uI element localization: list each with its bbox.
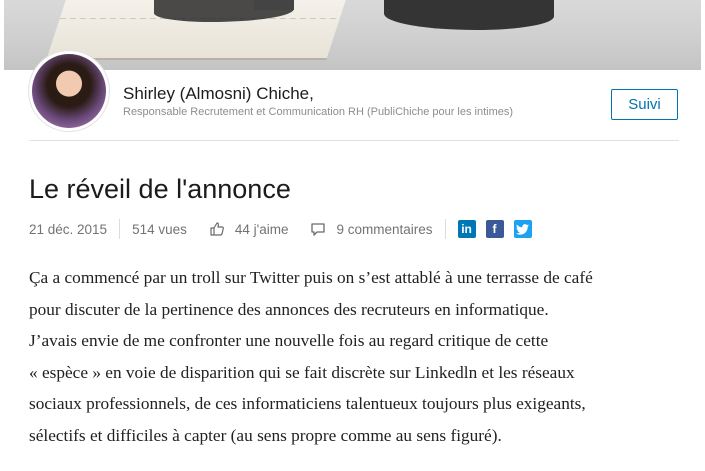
follow-button[interactable]: Suivi xyxy=(611,89,678,120)
thumbs-up-icon xyxy=(209,221,225,237)
meta-divider xyxy=(444,219,446,239)
twitter-share-icon[interactable] xyxy=(513,220,532,238)
facebook-share-icon[interactable]: f xyxy=(485,220,504,238)
article-title: Le réveil de l'annonce xyxy=(29,174,291,204)
body-line: Ça a commencé par un troll sur Twitter p… xyxy=(29,268,593,287)
share-buttons: in f xyxy=(457,220,532,238)
author-headline: Responsable Recrutement et Communication… xyxy=(123,106,514,118)
linkedin-share-icon[interactable]: in xyxy=(457,220,476,238)
article-meta: 21 déc. 2015 514 vues 44 j'aime 9 commen… xyxy=(29,218,532,240)
body-line: sociaux professionnels, de ces informati… xyxy=(29,394,586,413)
body-line: sélectifs et difficiles à capter (au sen… xyxy=(29,425,502,445)
body-line: « espèce » en voie de disparition qui se… xyxy=(29,362,575,382)
like-count: 44 j'aime xyxy=(234,221,289,237)
publish-date: 21 déc. 2015 xyxy=(29,221,108,237)
comments-button[interactable]: 9 commentaires xyxy=(310,221,433,237)
comment-count: 9 commentaires xyxy=(336,221,433,237)
view-count: 514 vues xyxy=(132,221,187,237)
comment-icon xyxy=(310,221,326,237)
like-button[interactable]: 44 j'aime xyxy=(209,221,289,237)
header-banner-image xyxy=(4,0,701,70)
article-body: Ça a commencé par un troll sur Twitter p… xyxy=(29,262,679,451)
avatar[interactable] xyxy=(29,51,109,131)
meta-divider xyxy=(119,219,121,239)
divider xyxy=(29,140,679,141)
body-line: pour discuter de la pertinence des annon… xyxy=(29,299,549,319)
body-line: J’avais envie de me confronter une nouve… xyxy=(29,331,549,350)
author-name[interactable]: Shirley (Almosni) Chiche, xyxy=(123,84,314,104)
